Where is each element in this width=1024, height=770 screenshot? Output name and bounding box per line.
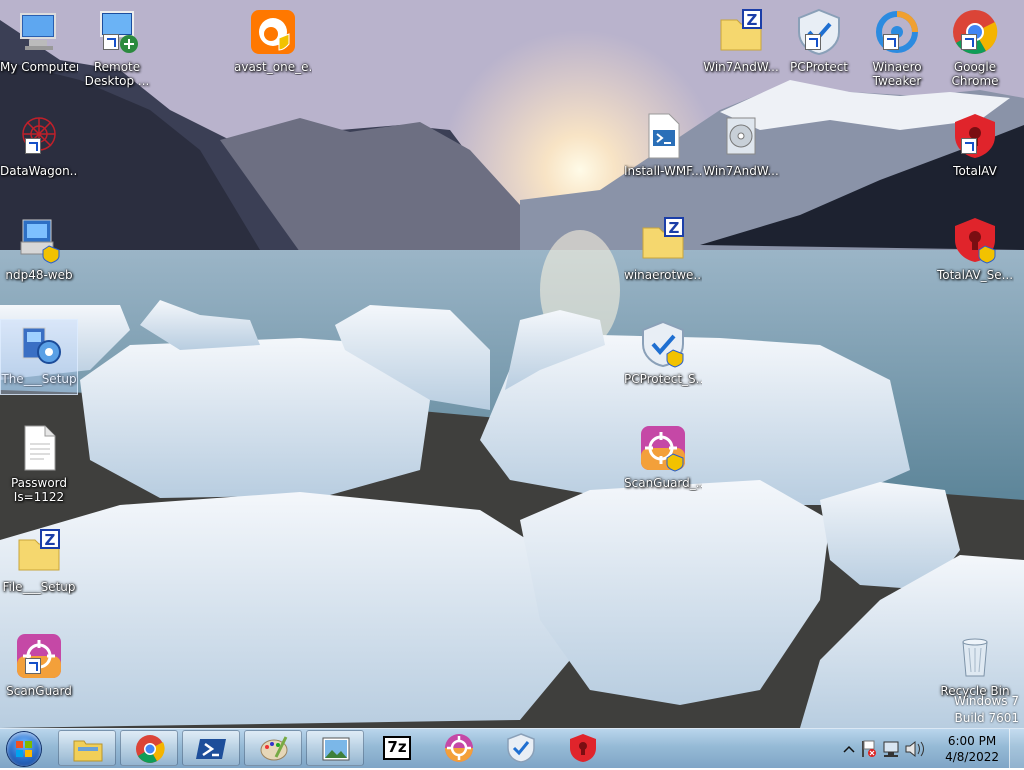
desktop-icon-avast[interactable]: avast_one_e... xyxy=(234,6,312,75)
shortcut-arrow-icon xyxy=(25,658,41,674)
avast-icon xyxy=(249,8,297,56)
taskbar-pcprotect[interactable] xyxy=(492,730,550,766)
taskbar-chrome[interactable] xyxy=(120,730,178,766)
taskbar-file-explorer[interactable] xyxy=(58,730,116,766)
zip-folder-icon: Z xyxy=(639,216,687,264)
desktop-icon-my-computer[interactable]: My Computer xyxy=(0,6,78,75)
totalav-icon xyxy=(951,112,999,160)
clock-time: 6:00 PM xyxy=(947,734,997,748)
taskbar: 7z 6:00 PM 4/8/2022 xyxy=(0,728,1024,769)
watermark-line-1: Windows 7 xyxy=(953,694,1019,708)
network-icon[interactable] xyxy=(883,741,899,757)
scanguard-icon xyxy=(445,734,473,762)
zip-folder-icon: Z xyxy=(15,528,63,576)
svg-text:Z: Z xyxy=(669,219,680,237)
zip-folder-icon: Z xyxy=(717,8,765,56)
desktop-icon-win7andw-zip[interactable]: Z Win7AndW... xyxy=(702,6,780,75)
desktop-icon-scanguard-setup[interactable]: ScanGuard_... xyxy=(624,422,702,491)
windows-build-watermark: Windows 7 Build 7601 xyxy=(954,693,1019,727)
clock-date: 4/8/2022 xyxy=(945,750,999,764)
7zip-label: 7z xyxy=(387,738,407,756)
volume-icon[interactable] xyxy=(905,740,924,758)
desktop-icon-totalav[interactable]: TotalAV xyxy=(936,110,1014,179)
recycle-bin-icon xyxy=(951,632,999,680)
chrome-icon xyxy=(136,735,165,763)
svg-text:Z: Z xyxy=(747,11,758,29)
desktop-icon-ndp48-web[interactable]: ndp48-web xyxy=(0,214,78,283)
totalav-setup-icon xyxy=(951,216,999,264)
paint-icon xyxy=(260,736,288,761)
taskbar-totalav[interactable] xyxy=(554,730,612,766)
totalav-icon xyxy=(570,734,596,762)
desktop-icon-password-file[interactable]: Password Is=1122 xyxy=(0,422,78,504)
desktop-icon-win7andw-installer[interactable]: Win7AndW... xyxy=(702,110,780,179)
desktop-icon-datawagon[interactable]: DataWagon... xyxy=(0,110,78,179)
desktop-icon-install-wmf[interactable]: Install-WMF... xyxy=(624,110,702,179)
desktop-icon-file-setup[interactable]: Z File___Setup xyxy=(0,526,78,595)
watermark-line-2: Build 7601 xyxy=(954,711,1019,725)
remote-desktop-icon xyxy=(93,8,141,56)
show-hidden-icons-chevron[interactable] xyxy=(843,745,855,753)
setup-icon xyxy=(15,320,63,368)
taskbar-7zip[interactable]: 7z xyxy=(368,730,426,766)
desktop-icon-google-chrome[interactable]: Google Chrome xyxy=(936,6,1014,88)
system-tray: 6:00 PM 4/8/2022 xyxy=(834,729,1024,769)
clock[interactable]: 6:00 PM 4/8/2022 xyxy=(945,733,999,765)
shortcut-arrow-icon xyxy=(883,34,899,50)
start-button[interactable] xyxy=(4,731,44,767)
pcprotect-shield-icon xyxy=(795,8,843,56)
desktop-icon-remote-desktop[interactable]: Remote Desktop ... xyxy=(78,6,156,88)
dotnet-installer-icon xyxy=(15,216,63,264)
pcprotect-icon xyxy=(507,733,535,763)
desktop-icon-winaerotweaker-zip[interactable]: Z winaerotwe... xyxy=(624,214,702,283)
text-file-icon xyxy=(15,424,63,472)
action-center-flag-icon[interactable] xyxy=(862,740,876,757)
taskbar-photo-viewer[interactable] xyxy=(306,730,364,766)
winaero-tweaker-icon xyxy=(873,8,921,56)
shortcut-arrow-icon xyxy=(961,34,977,50)
scanguard-setup-icon xyxy=(639,424,687,472)
powershell-script-icon xyxy=(639,112,687,160)
desktop-icon-the-setup[interactable]: The___Setup xyxy=(0,318,78,395)
chrome-icon xyxy=(951,8,999,56)
computer-icon xyxy=(15,8,63,56)
shortcut-arrow-icon xyxy=(805,34,821,50)
powershell-icon xyxy=(196,739,226,759)
shortcut-arrow-icon xyxy=(103,34,119,50)
desktop-icon-recycle-bin[interactable]: Recycle Bin xyxy=(936,630,1014,699)
shortcut-arrow-icon xyxy=(961,138,977,154)
desktop-icon-winaero-tweaker[interactable]: Winaero Tweaker xyxy=(858,6,936,88)
desktop-icon-pcprotect[interactable]: PCProtect xyxy=(780,6,858,75)
taskbar-scanguard[interactable] xyxy=(430,730,488,766)
shortcut-arrow-icon xyxy=(25,138,41,154)
scanguard-icon xyxy=(15,632,63,680)
start-orb-icon xyxy=(7,732,41,766)
desktop-icon-scanguard[interactable]: ScanGuard xyxy=(0,630,78,699)
pcprotect-setup-icon xyxy=(639,320,687,368)
desktop-icon-pcprotect-setup[interactable]: PCProtect_S... xyxy=(624,318,702,387)
taskbar-paint[interactable] xyxy=(244,730,302,766)
installer-disc-icon xyxy=(717,112,765,160)
desktop-wallpaper xyxy=(0,0,1024,728)
taskbar-powershell[interactable] xyxy=(182,730,240,766)
svg-text:Z: Z xyxy=(45,531,56,549)
photo-viewer-icon xyxy=(322,737,350,761)
datawagon-icon xyxy=(15,112,63,160)
desktop-icon-totalav-setup[interactable]: TotalAV_Se... xyxy=(936,214,1014,283)
show-desktop-button[interactable] xyxy=(1009,729,1024,769)
file-explorer-icon xyxy=(73,740,103,762)
